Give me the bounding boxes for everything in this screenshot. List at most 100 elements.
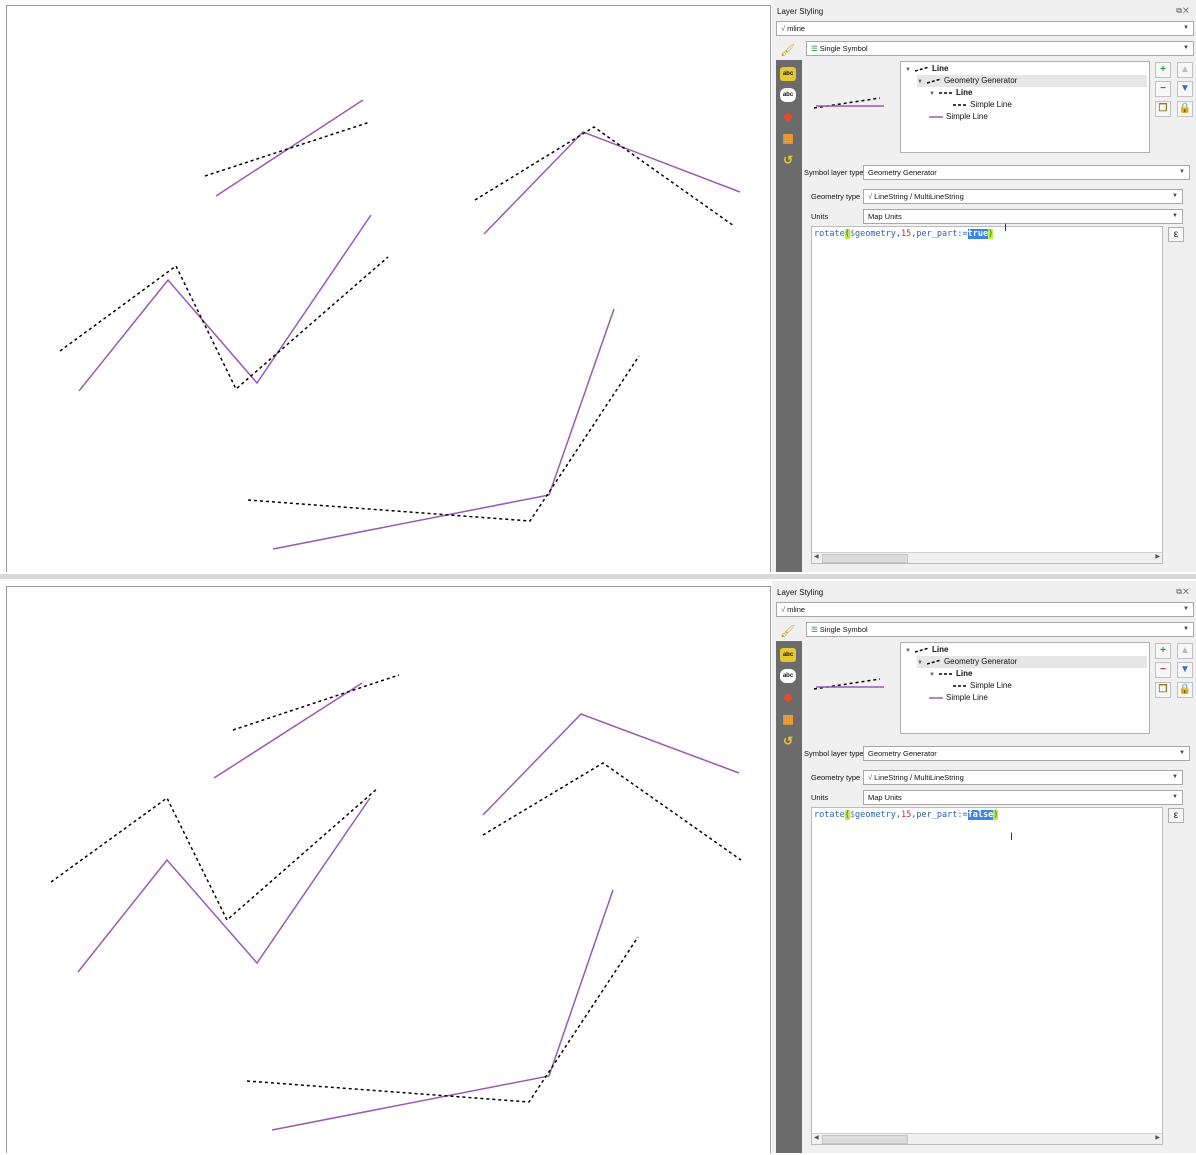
mline-layer-icon: √ <box>781 605 786 614</box>
linestring-icon: √ <box>868 773 873 782</box>
map-features <box>59 99 741 550</box>
linestring-icon: √ <box>868 192 873 201</box>
rotated-line-4 <box>247 355 640 522</box>
move-down-icon[interactable]: ▼ <box>1177 662 1193 678</box>
labels-icon[interactable]: abc <box>780 648 796 662</box>
scroll-left-icon[interactable]: ◀ <box>814 1134 819 1141</box>
expression-epsilon-icon[interactable]: ε <box>1168 808 1184 823</box>
expression-code[interactable]: rotate($geometry,15,per_part:=false) <box>814 809 999 821</box>
labels-abc-icon[interactable]: abc <box>780 669 796 683</box>
rotated-line-3 <box>59 256 389 391</box>
panel-float-close-icons[interactable]: ⧉✕ <box>1176 587 1190 597</box>
scroll-left-icon[interactable]: ◀ <box>814 553 819 560</box>
diagrams-icon[interactable]: ▦ <box>780 712 796 726</box>
mline-layer-icon: √ <box>781 24 786 33</box>
tree-node-geometry-generator[interactable]: ▼ Geometry Generator <box>917 656 1147 668</box>
symbol-preview <box>813 678 884 690</box>
original-line-3 <box>78 214 372 392</box>
paintbrush-icon[interactable]: 🖌 <box>780 624 795 638</box>
rotated-line-2 <box>482 762 742 861</box>
rotated-line-3 <box>50 787 379 922</box>
lock-icon[interactable]: 🔒 <box>1177 101 1193 117</box>
geometry-type-combo[interactable]: √ LineString / MultiLineString ▼ <box>863 189 1183 204</box>
diagrams-icon[interactable]: ▦ <box>780 131 796 145</box>
panel-title: Layer Styling <box>777 588 824 597</box>
screens-divider <box>0 574 1196 579</box>
tree-node-line[interactable]: ▼ Line <box>905 644 948 656</box>
layer-styling-panel: Layer Styling ⧉✕ √ mline ▼ 🖌 ☰ Single Symbo… <box>772 0 1196 572</box>
chevron-down-icon: ▼ <box>1183 25 1189 31</box>
history-icon[interactable]: ↺ <box>780 734 796 748</box>
lock-icon[interactable]: 🔒 <box>1177 682 1193 698</box>
style-sidebar: abc abc ◆ ▦ ↺ <box>776 60 802 572</box>
scroll-thumb[interactable] <box>822 1135 908 1144</box>
renderer-combo[interactable]: ☰ Single Symbol ▼ <box>806 41 1194 56</box>
single-symbol-icon: ☰ <box>811 44 818 53</box>
chevron-down-icon: ▼ <box>1172 193 1178 199</box>
geometry-type-combo[interactable]: √ LineString / MultiLineString ▼ <box>863 770 1183 785</box>
duplicate-icon[interactable]: ❐ <box>1155 101 1171 117</box>
screen-per-part-true: Layer Styling ⧉✕ √ mline ▼ 🖌 ☰ Single Symbo… <box>0 0 1196 572</box>
geometry-type-label: Geometry type <box>811 192 861 201</box>
tree-node-simple-line-dashed[interactable]: Simple Line <box>953 99 1012 111</box>
panel-float-close-icons[interactable]: ⧉✕ <box>1176 6 1190 16</box>
scroll-right-icon[interactable]: ▶ <box>1155 1134 1160 1141</box>
symbol-layer-type-label: Symbol layer type <box>804 168 864 177</box>
scroll-right-icon[interactable]: ▶ <box>1155 553 1160 560</box>
chevron-down-icon: ▼ <box>1179 750 1185 756</box>
symbol-layer-type-combo[interactable]: Geometry Generator ▼ <box>863 165 1190 180</box>
style-sidebar: abc abc ◆ ▦ ↺ <box>776 641 802 1153</box>
original-line-4 <box>272 308 615 550</box>
add-symbol-layer-icon[interactable]: + <box>1155 643 1171 659</box>
layer-combo[interactable]: √ mline ▼ <box>776 21 1194 36</box>
chevron-down-icon: ▼ <box>1172 774 1178 780</box>
history-icon[interactable]: ↺ <box>780 153 796 167</box>
tree-node-simple-line-purple[interactable]: Simple Line <box>929 111 988 123</box>
original-line-4 <box>271 889 614 1131</box>
symbol-layer-tree: ▼ Line ▼ Geometry Generator ▼ Line Simple L… <box>900 642 1150 734</box>
expression-code[interactable]: rotate($geometry,15,per_part:=true) <box>814 228 994 240</box>
expression-editor[interactable]: rotate($geometry,15,per_part:=false) ◀ ▶ <box>811 807 1163 1145</box>
move-up-icon[interactable]: ▲ <box>1177 643 1193 659</box>
tree-node-simple-line-purple[interactable]: Simple Line <box>929 692 988 704</box>
units-combo[interactable]: Map Units ▼ <box>863 790 1183 805</box>
tree-node-sub-line[interactable]: ▼ Line <box>929 668 972 680</box>
expression-editor[interactable]: rotate($geometry,15,per_part:=true) ◀ ▶ <box>811 226 1163 564</box>
move-up-icon[interactable]: ▲ <box>1177 62 1193 78</box>
units-combo[interactable]: Map Units ▼ <box>863 209 1183 224</box>
layer-styling-panel: Layer Styling ⧉✕ √ mline ▼ 🖌 ☰ Single Symbo… <box>772 581 1196 1153</box>
layer-combo[interactable]: √ mline ▼ <box>776 602 1194 617</box>
tree-node-simple-line-dashed[interactable]: Simple Line <box>953 680 1012 692</box>
units-label: Units <box>811 212 829 221</box>
renderer-combo[interactable]: ☰ Single Symbol ▼ <box>806 622 1194 637</box>
original-line-1 <box>213 682 363 779</box>
horizontal-scrollbar[interactable]: ◀ ▶ <box>812 1133 1162 1144</box>
chevron-down-icon: ▼ <box>1183 626 1189 632</box>
tree-node-line[interactable]: ▼ Line <box>905 63 948 75</box>
chevron-down-icon: ▼ <box>1172 794 1178 800</box>
paintbrush-icon[interactable]: 🖌 <box>780 43 795 57</box>
geometry-type-label: Geometry type <box>811 773 861 782</box>
chevron-down-icon: ▼ <box>1179 169 1185 175</box>
text-cursor-icon: I <box>1010 831 1014 843</box>
expression-epsilon-icon[interactable]: ε <box>1168 227 1184 242</box>
symbol-layer-tree: ▼ Line ▼ Geometry Generator ▼ Line Simple L… <box>900 61 1150 153</box>
tree-node-sub-line[interactable]: ▼ Line <box>929 87 972 99</box>
3d-view-icon[interactable]: ◆ <box>780 109 796 123</box>
duplicate-icon[interactable]: ❐ <box>1155 682 1171 698</box>
chevron-down-icon: ▼ <box>1183 606 1189 612</box>
tree-node-geometry-generator[interactable]: ▼ Geometry Generator <box>917 75 1147 87</box>
horizontal-scrollbar[interactable]: ◀ ▶ <box>812 552 1162 563</box>
add-symbol-layer-icon[interactable]: + <box>1155 62 1171 78</box>
symbol-layer-type-combo[interactable]: Geometry Generator ▼ <box>863 746 1190 761</box>
screen-per-part-false: Layer Styling ⧉✕ √ mline ▼ 🖌 ☰ Single Symbo… <box>0 581 1196 1153</box>
map-canvas[interactable] <box>6 586 771 1153</box>
3d-view-icon[interactable]: ◆ <box>780 690 796 704</box>
map-canvas[interactable] <box>6 5 771 572</box>
scroll-thumb[interactable] <box>822 554 908 563</box>
labels-icon[interactable]: abc <box>780 67 796 81</box>
move-down-icon[interactable]: ▼ <box>1177 81 1193 97</box>
remove-symbol-layer-icon[interactable]: − <box>1155 81 1171 97</box>
labels-abc-icon[interactable]: abc <box>780 88 796 102</box>
remove-symbol-layer-icon[interactable]: − <box>1155 662 1171 678</box>
